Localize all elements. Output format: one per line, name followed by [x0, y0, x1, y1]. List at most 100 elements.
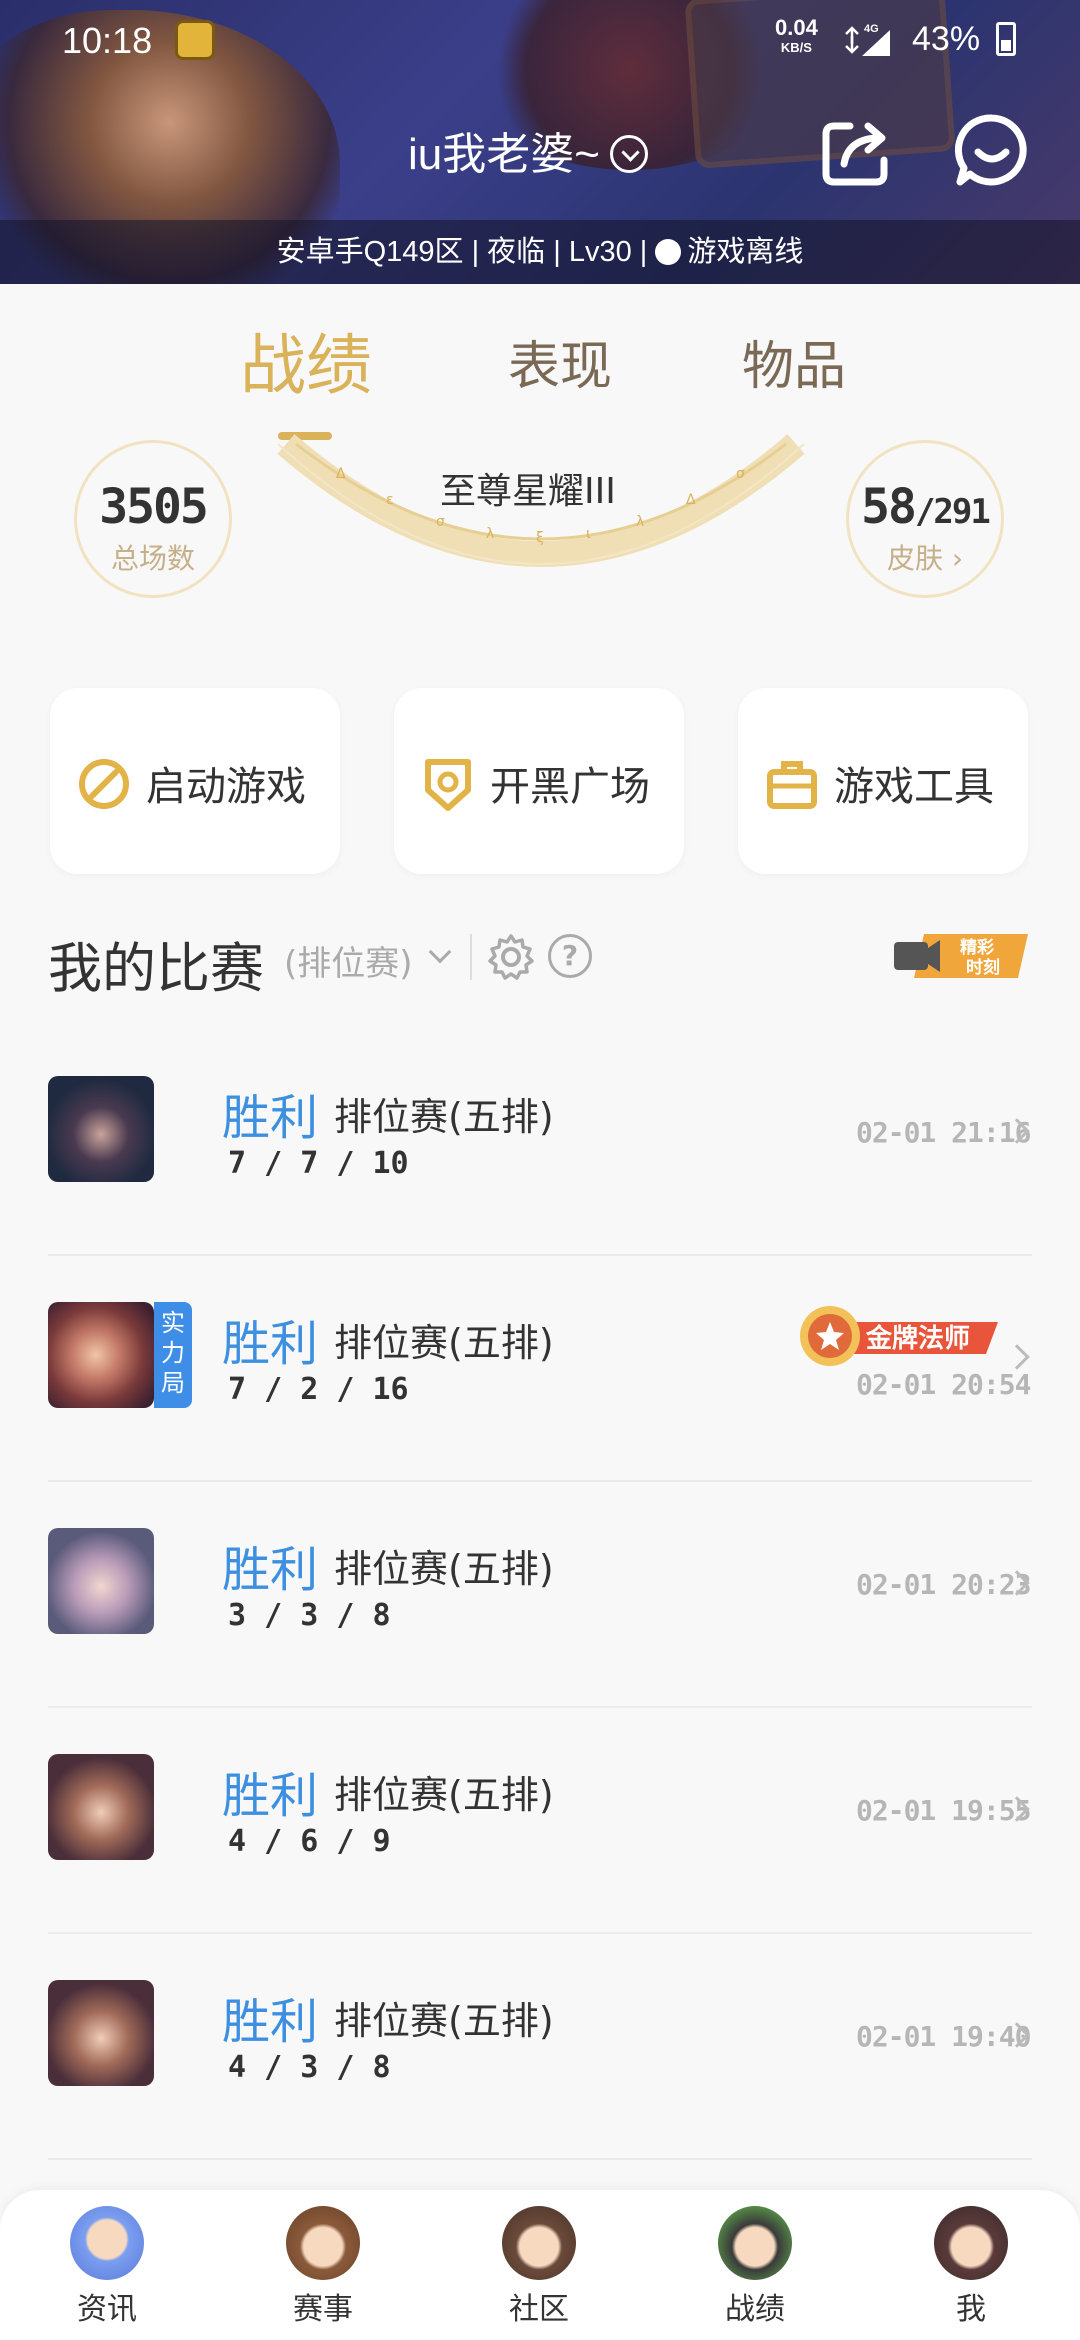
stats-content: 战绩 表现 物品 3505 总场数 Δε σ λ ξ ι λ Δσ 至尊星耀III 58/… [0, 284, 1080, 2340]
match-mode: 排位赛(五排) [334, 1095, 554, 1139]
match-row[interactable]: 胜利 排位赛(五排) 4 / 3 / 8 02-01 19:40 [48, 1934, 1032, 2160]
svg-text:Δ: Δ [336, 466, 346, 482]
match-mode: 排位赛(五排) [334, 1773, 554, 1817]
help-icon[interactable]: ? [548, 934, 592, 978]
match-kda: 4 / 3 / 8 [228, 2050, 391, 2085]
svg-text:λ: λ [636, 514, 644, 530]
account-name: iu我老婆~ [408, 130, 600, 179]
game-tools-label: 游戏工具 [834, 764, 994, 810]
shield-icon [425, 759, 471, 811]
skins-label: 皮肤 › [886, 542, 964, 575]
tab-bar: 战绩 表现 物品 [0, 324, 1080, 440]
nav-record[interactable]: 战绩 [680, 2206, 830, 2328]
app-notification-icon [175, 20, 215, 60]
network-type: 4G [864, 23, 879, 35]
match-row[interactable]: 胜利 排位赛(五排) 4 / 6 / 9 02-01 19:55 [48, 1708, 1032, 1934]
online-status: 游戏离线 [687, 236, 804, 268]
match-time: 02-01 20:54 [856, 1368, 1031, 1401]
nav-events-label: 赛事 [293, 2292, 353, 2327]
chevron-right-icon [1004, 1344, 1030, 1370]
nav-community[interactable]: 社区 [464, 2206, 614, 2328]
skins-total: /291 [914, 492, 991, 532]
tab-performance[interactable]: 表现 [508, 324, 612, 399]
nav-me[interactable]: 我 [896, 2206, 1046, 2328]
record-icon [718, 2206, 792, 2280]
match-row[interactable]: 胜利 排位赛(五排) 3 / 3 / 8 02-01 20:23 [48, 1482, 1032, 1708]
network-speed: 0.04 KB/S [775, 15, 818, 58]
team-up-plaza-label: 开黑广场 [490, 764, 650, 810]
tab-items[interactable]: 物品 [742, 324, 846, 399]
match-kda: 7 / 2 / 16 [228, 1372, 409, 1407]
hero-avatar [48, 1980, 154, 2086]
svg-text:ι: ι [586, 526, 591, 542]
total-games-stat: 3505 总场数 [74, 440, 232, 598]
match-row[interactable]: 实力局 胜利 排位赛(五排) 7 / 2 / 16 金牌法师 02-01 20:… [48, 1256, 1032, 1482]
skins-owned: 58 [861, 479, 917, 535]
launch-icon [79, 759, 129, 809]
total-games-count: 3505 [99, 479, 209, 535]
svg-text:λ: λ [486, 526, 494, 542]
bottom-nav: 资讯 赛事 社区 战绩 我 [0, 2190, 1080, 2340]
highlights-label-2: 时刻 [966, 957, 1000, 978]
match-kda: 4 / 6 / 9 [228, 1824, 391, 1859]
match-result: 胜利 [222, 1994, 319, 2050]
profile-icon [934, 2206, 1008, 2280]
svg-text:ε: ε [386, 492, 394, 508]
match-time: 02-01 19:40 [856, 2020, 1031, 2053]
team-up-plaza-button[interactable]: 开黑广场 [394, 688, 684, 874]
gear-icon[interactable] [486, 932, 536, 982]
hero-avatar [48, 1754, 154, 1860]
nav-events[interactable]: 赛事 [248, 2206, 398, 2328]
game-tools-button[interactable]: 游戏工具 [738, 688, 1028, 874]
skins-stat[interactable]: 58/291 皮肤 › [846, 440, 1004, 598]
match-mode: 排位赛(五排) [334, 1547, 554, 1591]
status-bar: 10:18 0.04 KB/S 4G 43% [0, 0, 1080, 80]
match-result: 胜利 [222, 1542, 319, 1598]
divider [470, 934, 472, 980]
match-result: 胜利 [222, 1090, 319, 1146]
skins-label-text: 皮肤 [886, 542, 943, 575]
highlights-button[interactable]: 精彩 时刻 [894, 928, 1028, 984]
medal-label: 金牌法师 [865, 1323, 970, 1354]
chevron-down-icon [609, 135, 648, 173]
nav-news-label: 资讯 [77, 2292, 137, 2327]
account-switcher[interactable]: iu我老婆~ [408, 118, 648, 182]
match-kda: 7 / 7 / 10 [228, 1146, 409, 1181]
hero-avatar [48, 1076, 154, 1182]
svg-text:Δ: Δ [686, 492, 696, 508]
signal-icon: 4G [845, 23, 890, 56]
speed-unit: KB/S [780, 40, 812, 55]
svg-text:σ: σ [736, 466, 745, 482]
chevron-down-icon[interactable] [428, 940, 452, 964]
nav-record-label: 战绩 [725, 2292, 785, 2327]
match-mode: 排位赛(五排) [334, 1999, 554, 2043]
skins-count: 58/291 [849, 479, 1001, 535]
status-time: 10:18 [62, 20, 153, 61]
svg-text:ξ: ξ [536, 530, 544, 546]
share-icon[interactable] [820, 116, 896, 186]
rank-name: 至尊星耀III [440, 471, 616, 512]
chat-icon[interactable] [954, 112, 1030, 188]
news-icon [70, 2206, 144, 2280]
nav-news[interactable]: 资讯 [32, 2206, 182, 2328]
match-kda: 3 / 3 / 8 [228, 1598, 391, 1633]
section-title: 我的比赛 [48, 937, 264, 1000]
nav-me-label: 我 [956, 2292, 986, 2327]
match-row[interactable]: 胜利 排位赛(五排) 7 / 7 / 10 02-01 21:16 [48, 1030, 1032, 1256]
toolbox-icon [767, 761, 817, 809]
match-result: 胜利 [222, 1768, 319, 1824]
match-time: 02-01 20:23 [856, 1568, 1031, 1601]
player-info: 安卓手Q149区 | 夜临 | Lv30 | [276, 236, 656, 268]
launch-game-button[interactable]: 启动游戏 [50, 688, 340, 874]
offline-dot-icon [655, 239, 682, 265]
match-filter[interactable]: (排位赛) [284, 936, 413, 985]
player-info-strip: 安卓手Q149区 | 夜临 | Lv30 | 游戏离线 [0, 220, 1080, 284]
highlights-label-1: 精彩 [960, 937, 994, 958]
speed-value: 0.04 [775, 15, 818, 40]
rank-arc-icon: Δε σ λ ξ ι λ Δσ [277, 434, 805, 567]
medal-badge: 金牌法师 [800, 1306, 998, 1366]
tab-record[interactable]: 战绩 [240, 312, 372, 408]
svg-text:σ: σ [436, 514, 445, 530]
nav-community-label: 社区 [509, 2292, 569, 2327]
hero-avatar [48, 1302, 154, 1408]
